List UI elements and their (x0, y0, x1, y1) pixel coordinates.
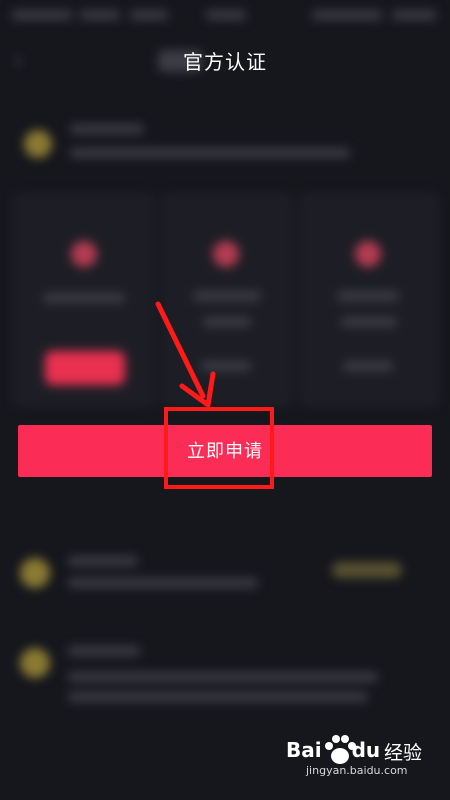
rules-line (68, 672, 378, 682)
watermark-url: jingyan.baidu.com (306, 764, 408, 777)
coin-icon (20, 648, 50, 678)
rules-line (68, 692, 368, 702)
signal-indicator (12, 10, 72, 20)
baidu-jingyan-watermark: Bai du 经验 jingyan.baidu.com (284, 730, 434, 777)
cert-card-title (193, 291, 261, 301)
cert-card[interactable] (300, 194, 438, 406)
cert-cards (14, 194, 438, 406)
network-indicator (80, 10, 120, 20)
wifi-icon (130, 10, 168, 20)
cert-card[interactable] (162, 194, 292, 406)
cert-icon (355, 241, 381, 267)
cert-card-button[interactable] (45, 351, 125, 385)
benefit-badge[interactable] (332, 562, 402, 578)
benefit-section (0, 540, 450, 600)
annotation-box (164, 407, 274, 489)
status-bar (0, 0, 450, 34)
cert-card-status (343, 361, 393, 371)
cert-card-sub (203, 317, 251, 327)
intro-title (70, 124, 144, 134)
cert-card-status (201, 361, 251, 371)
benefit-desc (68, 578, 258, 588)
clock (206, 10, 246, 20)
intro-section (0, 110, 450, 170)
watermark-jingyan: 经验 (384, 742, 423, 764)
cert-card-title (43, 293, 125, 303)
intro-desc (70, 148, 350, 158)
coin-icon (24, 130, 52, 158)
header: ‹ 官方认证 (0, 36, 450, 88)
status-icons (312, 10, 382, 20)
battery-icon (392, 10, 436, 20)
cert-card[interactable] (14, 194, 154, 406)
cert-card-sub (341, 317, 397, 327)
coin-icon (20, 558, 50, 588)
screen: ‹ 官方认证 立即申请 Bai du 经验 jingyan.baidu.com (0, 0, 450, 800)
cert-icon (213, 241, 239, 267)
cert-icon (71, 241, 97, 267)
page-title: 官方认证 (183, 50, 267, 74)
cert-card-title (337, 291, 399, 301)
paw-icon (325, 735, 356, 764)
benefit-title (68, 556, 138, 566)
rules-section (0, 632, 450, 722)
rules-title (68, 646, 140, 656)
